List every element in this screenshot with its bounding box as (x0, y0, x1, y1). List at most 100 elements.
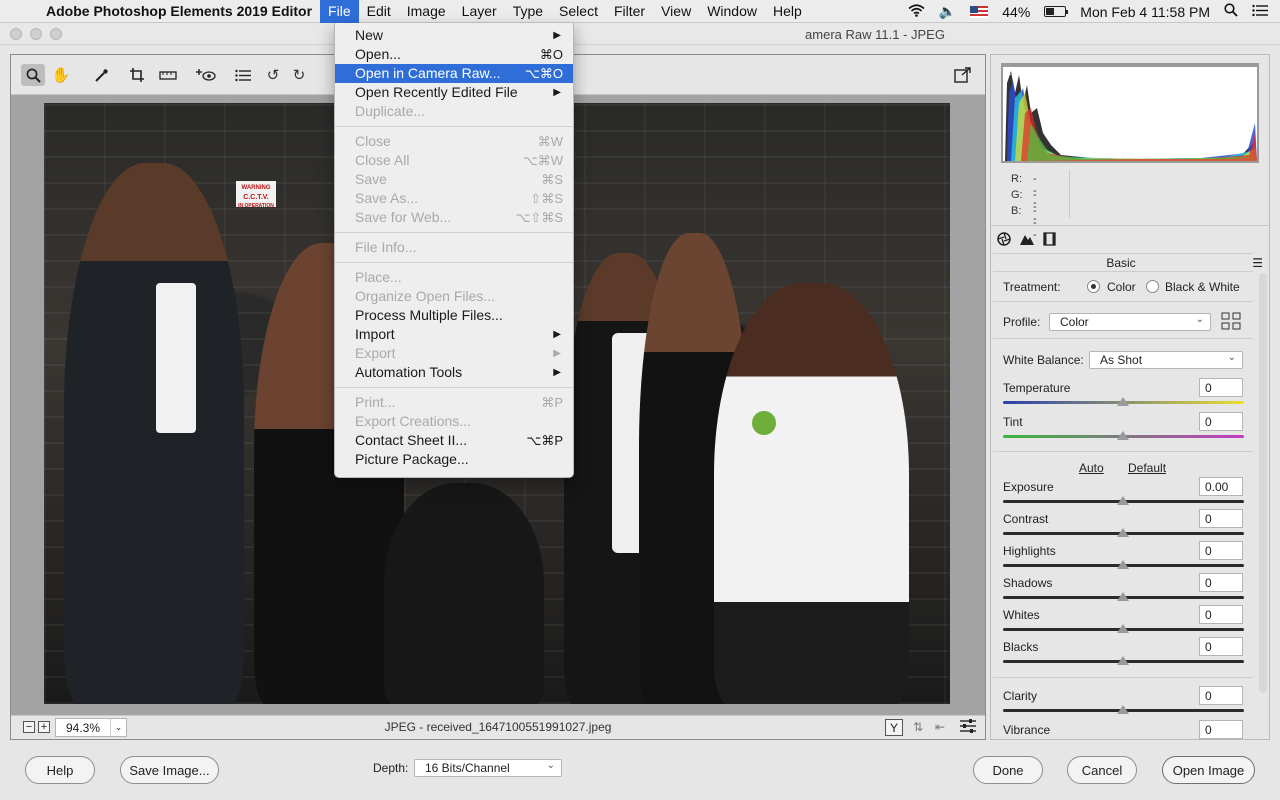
menu-separator (335, 126, 573, 127)
window-titlebar: amera Raw 11.1 - JPEG (0, 23, 1280, 45)
menu-item-shortcut: ⌘S (541, 172, 563, 187)
exposure-slider-thumb[interactable] (1117, 496, 1129, 505)
contrast-input[interactable]: 0 (1199, 509, 1243, 528)
crop-tool-icon[interactable] (125, 64, 149, 86)
clarity-input[interactable]: 0 (1199, 686, 1243, 705)
whites-slider-thumb[interactable] (1117, 624, 1129, 633)
copy-settings-icon[interactable]: ⇤ (931, 719, 949, 736)
menu-item-new[interactable]: New ▶ (335, 26, 573, 45)
temperature-input[interactable]: 0 (1199, 378, 1243, 397)
exposure-input[interactable]: 0.00 (1199, 477, 1243, 496)
whites-input[interactable]: 0 (1199, 605, 1243, 624)
treatment-bw-label[interactable]: Black & White (1165, 280, 1240, 294)
menu-item-automation-tools[interactable]: Automation Tools ▶ (335, 363, 573, 382)
help-button[interactable]: Help (25, 756, 95, 784)
highlights-slider-thumb[interactable] (1117, 560, 1129, 569)
zoom-tool-icon[interactable] (21, 64, 45, 86)
vibrance-input[interactable]: 0 (1199, 720, 1243, 739)
before-after-toggle-icon[interactable]: Y (885, 719, 903, 736)
swap-before-after-icon[interactable]: ⇅ (909, 719, 927, 736)
shadow-clipping-warning-icon[interactable] (1003, 61, 1013, 71)
preferences-list-icon[interactable] (231, 64, 255, 86)
menu-help[interactable]: Help (765, 0, 810, 23)
menu-item-label: Open Recently Edited File (355, 84, 518, 100)
rotate-left-icon[interactable]: ↺ (261, 64, 285, 86)
menu-item-label: Close (355, 133, 391, 149)
white-balance-eyedropper-icon[interactable] (89, 64, 113, 86)
rotate-right-icon[interactable]: ↻ (287, 64, 311, 86)
wifi-icon[interactable] (908, 3, 925, 20)
menu-separator (335, 262, 573, 263)
highlight-clipping-warning-icon[interactable] (1247, 61, 1257, 71)
menu-item-close-all: Close All ⌥⌘W (335, 151, 573, 170)
menu-item-open-recently-edited-file[interactable]: Open Recently Edited File ▶ (335, 83, 573, 102)
menu-select[interactable]: Select (551, 0, 606, 23)
submenu-arrow-icon: ▶ (553, 87, 561, 98)
blacks-slider-thumb[interactable] (1117, 656, 1129, 665)
panel-menu-icon[interactable]: ☰ (1252, 256, 1263, 270)
highlights-input[interactable]: 0 (1199, 541, 1243, 560)
menu-filter[interactable]: Filter (606, 0, 653, 23)
toggle-settings-icon[interactable] (959, 719, 977, 736)
default-link[interactable]: Default (1128, 461, 1166, 475)
tab-camera-calibration-icon[interactable] (1043, 232, 1056, 249)
file-name-label: JPEG - received_1647100551991027.jpeg (384, 720, 612, 734)
menu-view[interactable]: View (653, 0, 699, 23)
input-source-flag-icon[interactable] (970, 5, 989, 18)
white-balance-select[interactable]: As Shot ⌄ (1089, 351, 1243, 369)
tint-input[interactable]: 0 (1199, 412, 1243, 431)
blacks-input[interactable]: 0 (1199, 637, 1243, 656)
tint-slider-thumb[interactable] (1117, 431, 1129, 440)
profile-select[interactable]: Color ⌄ (1049, 313, 1211, 331)
clarity-slider-thumb[interactable] (1117, 705, 1129, 714)
tab-detail-icon[interactable] (1019, 232, 1035, 249)
depth-select[interactable]: 16 Bits/Channel ⌄ (414, 759, 562, 777)
profile-browser-grid-icon[interactable] (1221, 312, 1241, 333)
menu-item-contact-sheet-ii[interactable]: Contact Sheet II... ⌥⌘P (335, 431, 573, 450)
straighten-tool-icon[interactable] (156, 64, 180, 86)
volume-icon[interactable]: 🔈 (939, 3, 956, 20)
clock[interactable]: Mon Feb 4 11:58 PM (1080, 4, 1210, 20)
white-balance-value: As Shot (1100, 353, 1143, 367)
menu-item-process-multiple-files[interactable]: Process Multiple Files... (335, 306, 573, 325)
treatment-bw-radio[interactable] (1146, 280, 1159, 293)
open-image-button[interactable]: Open Image (1162, 756, 1255, 784)
menu-type[interactable]: Type (505, 0, 551, 23)
panel-scrollbar[interactable] (1259, 273, 1267, 693)
menu-file[interactable]: File (320, 0, 359, 23)
toggle-fullscreen-icon[interactable] (951, 64, 975, 86)
hand-tool-icon[interactable]: ✋ (49, 64, 73, 86)
red-eye-removal-icon[interactable] (194, 64, 218, 86)
menu-image[interactable]: Image (399, 0, 454, 23)
shadows-input[interactable]: 0 (1199, 573, 1243, 592)
treatment-label: Treatment: (1003, 280, 1061, 294)
menu-item-label: Close All (355, 152, 410, 168)
menu-item-open[interactable]: Open... ⌘O (335, 45, 573, 64)
treatment-color-label[interactable]: Color (1107, 280, 1136, 294)
profile-value: Color (1060, 315, 1089, 329)
battery-percent[interactable]: 44% (1002, 4, 1030, 20)
tab-basic-aperture-icon[interactable] (997, 232, 1011, 249)
menu-window[interactable]: Window (699, 0, 765, 23)
menu-item-label: Save (355, 171, 387, 187)
person-silhouette (384, 483, 544, 704)
shadows-slider-thumb[interactable] (1117, 592, 1129, 601)
done-button[interactable]: Done (973, 756, 1043, 784)
spotlight-search-icon[interactable] (1224, 3, 1238, 20)
menu-edit[interactable]: Edit (359, 0, 399, 23)
battery-icon[interactable] (1044, 6, 1069, 17)
app-name-menu[interactable]: Adobe Photoshop Elements 2019 Editor (36, 3, 320, 19)
file-menu-dropdown: New ▶ Open... ⌘O Open in Camera Raw... ⌥⌘O Ope… (334, 23, 574, 478)
menu-layer[interactable]: Layer (454, 0, 505, 23)
cancel-button[interactable]: Cancel (1067, 756, 1137, 784)
treatment-color-radio[interactable] (1087, 280, 1100, 293)
notification-center-icon[interactable] (1252, 4, 1268, 20)
temperature-slider-thumb[interactable] (1117, 397, 1129, 406)
menu-item-import[interactable]: Import ▶ (335, 325, 573, 344)
auto-link[interactable]: Auto (1079, 461, 1104, 475)
clarity-label: Clarity (1003, 689, 1038, 703)
menu-item-picture-package[interactable]: Picture Package... (335, 450, 573, 469)
contrast-slider-thumb[interactable] (1117, 528, 1129, 537)
menu-item-open-in-camera-raw[interactable]: Open in Camera Raw... ⌥⌘O (335, 64, 573, 83)
save-image-button[interactable]: Save Image... (120, 756, 219, 784)
